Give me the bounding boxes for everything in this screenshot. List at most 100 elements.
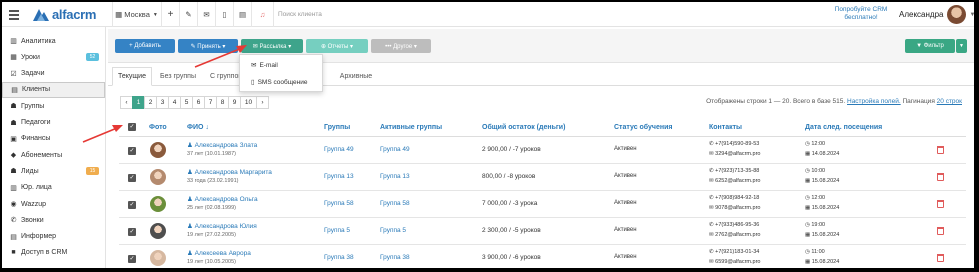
row-checkbox[interactable]: ✓ bbox=[128, 174, 136, 182]
col-name[interactable]: ФИО ↓ bbox=[187, 118, 209, 136]
phone-icon: ✆ bbox=[10, 217, 17, 225]
email-address[interactable]: 6599@alfacrm.pro bbox=[715, 259, 760, 265]
client-name[interactable]: Александрова Ольга bbox=[195, 196, 258, 203]
sidebar-item[interactable]: ■ Доступ в CRM bbox=[2, 245, 105, 261]
email-cell: ✉ 6252@alfacrm.pro bbox=[709, 178, 760, 184]
filter-dropdown-button[interactable]: ▼ bbox=[956, 39, 967, 53]
active-group-link[interactable]: Группа 38 bbox=[380, 254, 410, 261]
col-active-groups[interactable]: Активные группы bbox=[380, 118, 442, 136]
table-row[interactable]: ✓ ♟ Александрова Злата 37 лет (10.01.1987)… bbox=[119, 137, 966, 164]
trash-icon[interactable] bbox=[937, 146, 944, 154]
pagination-size-link[interactable]: 20 строк bbox=[937, 98, 962, 105]
phone-number[interactable]: +7(933)486-95-36 bbox=[715, 222, 759, 228]
select-all-checkbox[interactable]: ✓ bbox=[128, 123, 136, 131]
row-checkbox[interactable]: ✓ bbox=[128, 228, 136, 236]
active-group-link[interactable]: Группа 49 bbox=[380, 146, 410, 153]
menu-item-sms[interactable]: ▯ SMS сообщение bbox=[251, 78, 307, 87]
col-status[interactable]: Статус обучения bbox=[614, 118, 673, 136]
add-icon[interactable]: + bbox=[161, 2, 179, 27]
tab-archive[interactable]: Архивные bbox=[334, 67, 378, 86]
logo[interactable]: alfacrm bbox=[32, 7, 96, 22]
promo-link[interactable]: Попробуйте CRM бесплатно! bbox=[828, 6, 894, 22]
col-contacts[interactable]: Контакты bbox=[709, 118, 742, 136]
tab-current[interactable]: Текущие bbox=[112, 67, 152, 86]
add-button[interactable]: + Добавить bbox=[115, 39, 175, 53]
email-address[interactable]: 3294@alfacrm.pro bbox=[715, 151, 760, 157]
email-cell: ✉ 6599@alfacrm.pro bbox=[709, 259, 760, 265]
phone-number[interactable]: +7(908)984-92-18 bbox=[715, 195, 759, 201]
sidebar-item[interactable]: ▥ Аналитика bbox=[2, 33, 105, 49]
active-group-link[interactable]: Группа 13 bbox=[380, 173, 410, 180]
group-link[interactable]: Группа 58 bbox=[324, 200, 354, 207]
table-row[interactable]: ✓ ♟ Алексеева Аврора 19 лет (10.05.2005) Гр… bbox=[119, 245, 966, 268]
page-button[interactable]: 10 bbox=[240, 96, 257, 109]
phone-number[interactable]: +7(914)590-89-53 bbox=[715, 141, 759, 147]
mail-icon[interactable]: ✉ bbox=[197, 2, 215, 27]
chevron-down-icon: ▼ bbox=[969, 11, 974, 18]
sidebar-item[interactable]: ✆ Звонки bbox=[2, 212, 105, 228]
group-link[interactable]: Группа 13 bbox=[324, 173, 354, 180]
client-name-cell[interactable]: ♟ Алексеева Аврора bbox=[187, 249, 251, 257]
table-row[interactable]: ✓ ♟ Александрова Юлия 19 лет (27.02.2005) Г… bbox=[119, 218, 966, 245]
wrench-icon[interactable]: ✎ bbox=[179, 2, 197, 27]
other-button[interactable]: ••• Другое ▾ bbox=[371, 39, 431, 53]
trash-icon[interactable] bbox=[937, 173, 944, 181]
bell-icon[interactable]: ♫ bbox=[251, 2, 273, 27]
group-link[interactable]: Группа 5 bbox=[324, 227, 350, 234]
sidebar-item[interactable]: ☑ Задачи bbox=[2, 66, 105, 82]
phone-number[interactable]: +7(923)713-35-88 bbox=[715, 168, 759, 174]
table-row[interactable]: ✓ ♟ Александрова Маргарита 33 года (23.02.… bbox=[119, 164, 966, 191]
client-name-cell[interactable]: ♟ Александрова Маргарита bbox=[187, 168, 272, 176]
client-name[interactable]: Александрова Злата bbox=[195, 142, 258, 149]
client-name[interactable]: Александрова Юлия bbox=[195, 223, 257, 230]
sidebar-item[interactable]: ◉ Wazzup bbox=[2, 196, 105, 212]
sidebar-item-label: Задачи bbox=[21, 70, 45, 78]
col-groups[interactable]: Группы bbox=[324, 118, 350, 136]
mobile-icon[interactable]: ▯ bbox=[215, 2, 233, 27]
table-row[interactable]: ✓ ♟ Александрова Ольга 25 лет (02.08.1999)… bbox=[119, 191, 966, 218]
col-next-visit[interactable]: Дата след. посещения bbox=[805, 118, 882, 136]
email-address[interactable]: 6252@alfacrm.pro bbox=[715, 178, 760, 184]
group-link[interactable]: Группа 49 bbox=[324, 146, 354, 153]
client-name[interactable]: Александрова Маргарита bbox=[195, 169, 272, 176]
user-name: Александра bbox=[899, 10, 944, 19]
email-address[interactable]: 9078@alfacrm.pro bbox=[715, 205, 760, 211]
email-address[interactable]: 2762@alfacrm.pro bbox=[715, 232, 760, 238]
client-name-cell[interactable]: ♟ Александрова Ольга bbox=[187, 195, 258, 203]
sidebar-item[interactable]: ☗ Лиды 15 bbox=[2, 163, 105, 179]
filter-button[interactable]: ▼ Фильтр bbox=[905, 39, 955, 53]
sidebar-item[interactable]: ☗ Группы bbox=[2, 98, 105, 114]
user-menu[interactable]: Александра ▼ bbox=[899, 2, 974, 27]
branch-selector[interactable]: ▦ Москва ▼ bbox=[112, 2, 160, 27]
email-cell: ✉ 2762@alfacrm.pro bbox=[709, 232, 760, 238]
row-checkbox[interactable]: ✓ bbox=[128, 201, 136, 209]
trash-icon[interactable] bbox=[937, 200, 944, 208]
phone-number[interactable]: +7(921)183-01-34 bbox=[715, 249, 759, 255]
group-link[interactable]: Группа 38 bbox=[324, 254, 354, 261]
sidebar-item[interactable]: ▥ Юр. лица bbox=[2, 180, 105, 196]
sidebar-item[interactable]: ▦ Уроки 52 bbox=[2, 49, 105, 65]
search-input[interactable]: Поиск клиента bbox=[278, 11, 322, 18]
client-photo bbox=[150, 250, 166, 266]
mobile-menu-icon[interactable]: ▤ bbox=[233, 2, 251, 27]
client-name[interactable]: Алексеева Аврора bbox=[195, 250, 251, 257]
sidebar-item[interactable]: ▤ Информер bbox=[2, 229, 105, 245]
next-page-button[interactable]: › bbox=[256, 96, 269, 109]
client-name-cell[interactable]: ♟ Александрова Злата bbox=[187, 141, 257, 149]
sidebar-item[interactable]: ◆ Абонементы bbox=[2, 147, 105, 163]
crm-window: alfacrm ▦ Москва ▼ + ✎ ✉ ▯ ▤ ♫ Поиск кли… bbox=[2, 2, 974, 268]
active-group-link[interactable]: Группа 58 bbox=[380, 200, 410, 207]
active-group-link[interactable]: Группа 5 bbox=[380, 227, 406, 234]
trash-icon[interactable] bbox=[937, 227, 944, 235]
reports-button[interactable]: ⊕ Отчеты ▾ bbox=[306, 39, 368, 53]
client-name-cell[interactable]: ♟ Александрова Юлия bbox=[187, 222, 257, 230]
col-balance[interactable]: Общий остаток (деньги) bbox=[482, 118, 565, 136]
field-settings-link[interactable]: Настройка полей. bbox=[847, 98, 901, 105]
col-photo[interactable]: Фото bbox=[149, 118, 167, 136]
menu-item-email[interactable]: ✉ E-mail bbox=[251, 61, 278, 70]
menu-icon[interactable] bbox=[9, 10, 19, 20]
row-checkbox[interactable]: ✓ bbox=[128, 147, 136, 155]
trash-icon[interactable] bbox=[937, 254, 944, 262]
sidebar-item[interactable]: ▤ Клиенты bbox=[2, 81, 105, 98]
row-checkbox[interactable]: ✓ bbox=[128, 255, 136, 263]
